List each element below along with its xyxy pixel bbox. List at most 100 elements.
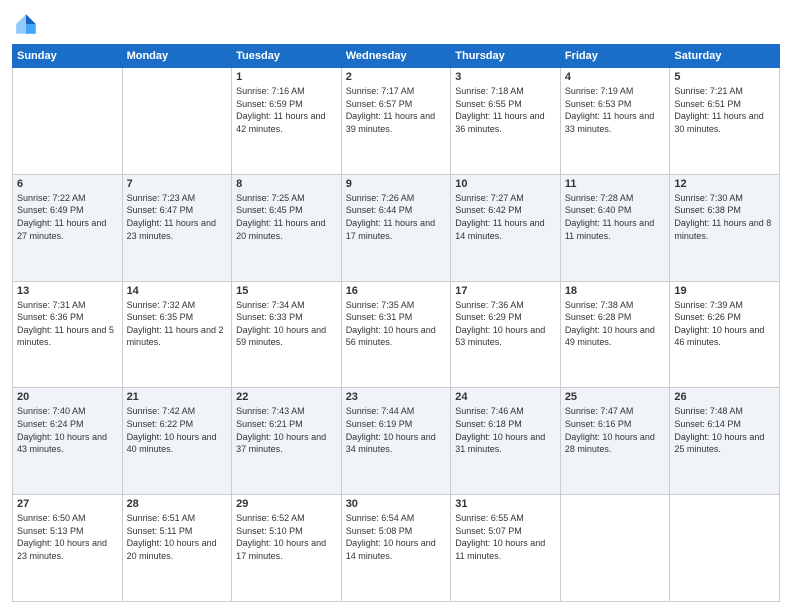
day-info: Sunrise: 7:16 AM Sunset: 6:59 PM Dayligh… — [236, 85, 337, 135]
day-number: 22 — [236, 391, 337, 403]
day-cell — [670, 495, 780, 602]
day-header-friday: Friday — [560, 45, 670, 68]
day-cell: 22 Sunrise: 7:43 AM Sunset: 6:21 PM Dayli… — [232, 388, 342, 495]
day-header-sunday: Sunday — [13, 45, 123, 68]
day-header-monday: Monday — [122, 45, 232, 68]
day-number: 4 — [565, 71, 666, 83]
day-info: Sunrise: 7:19 AM Sunset: 6:53 PM Dayligh… — [565, 85, 666, 135]
day-info: Sunrise: 7:17 AM Sunset: 6:57 PM Dayligh… — [346, 85, 447, 135]
day-number: 26 — [674, 391, 775, 403]
day-cell: 19Sunrise: 7:39 AM Sunset: 6:26 PM Dayli… — [670, 281, 780, 388]
day-number: 13 — [17, 285, 118, 297]
day-number: 3 — [455, 71, 556, 83]
day-info: Sunrise: 7:32 AM Sunset: 6:35 PM Dayligh… — [127, 299, 228, 349]
header — [12, 10, 780, 38]
day-number: 2 — [346, 71, 447, 83]
day-number: 27 — [17, 498, 118, 510]
day-cell — [560, 495, 670, 602]
day-info: Sunrise: 6:51 AM Sunset: 5:11 PM Dayligh… — [127, 512, 228, 562]
day-header-saturday: Saturday — [670, 45, 780, 68]
day-info: Sunrise: 7:25 AM Sunset: 6:45 PM Dayligh… — [236, 192, 337, 242]
day-cell: 20 Sunrise: 7:40 AM Sunset: 6:24 PM Dayli… — [13, 388, 123, 495]
week-row-2: 6 Sunrise: 7:22 AM Sunset: 6:49 PM Daylig… — [13, 174, 780, 281]
week-row-3: 13 Sunrise: 7:31 AM Sunset: 6:36 PM Dayli… — [13, 281, 780, 388]
day-cell: 21 Sunrise: 7:42 AM Sunset: 6:22 PM Dayli… — [122, 388, 232, 495]
day-cell: 8 Sunrise: 7:25 AM Sunset: 6:45 PM Daylig… — [232, 174, 342, 281]
day-info: Sunrise: 6:50 AM Sunset: 5:13 PM Dayligh… — [17, 512, 118, 562]
day-cell: 6 Sunrise: 7:22 AM Sunset: 6:49 PM Daylig… — [13, 174, 123, 281]
day-info: Sunrise: 7:31 AM Sunset: 6:36 PM Dayligh… — [17, 299, 118, 349]
day-cell: 27 Sunrise: 6:50 AM Sunset: 5:13 PM Dayli… — [13, 495, 123, 602]
day-cell: 3 Sunrise: 7:18 AM Sunset: 6:55 PM Daylig… — [451, 68, 561, 175]
day-cell: 25Sunrise: 7:47 AM Sunset: 6:16 PM Dayli… — [560, 388, 670, 495]
day-cell: 16 Sunrise: 7:35 AM Sunset: 6:31 PM Dayli… — [341, 281, 451, 388]
day-number: 7 — [127, 178, 228, 190]
day-cell: 30 Sunrise: 6:54 AM Sunset: 5:08 PM Dayli… — [341, 495, 451, 602]
day-number: 5 — [674, 71, 775, 83]
day-number: 6 — [17, 178, 118, 190]
day-info: Sunrise: 7:18 AM Sunset: 6:55 PM Dayligh… — [455, 85, 556, 135]
day-cell: 24Sunrise: 7:46 AM Sunset: 6:18 PM Dayli… — [451, 388, 561, 495]
day-number: 30 — [346, 498, 447, 510]
day-number: 28 — [127, 498, 228, 510]
day-info: Sunrise: 7:38 AM Sunset: 6:28 PM Dayligh… — [565, 299, 666, 349]
day-number: 18 — [565, 285, 666, 297]
day-cell: 31Sunrise: 6:55 AM Sunset: 5:07 PM Dayli… — [451, 495, 561, 602]
day-cell: 10Sunrise: 7:27 AM Sunset: 6:42 PM Dayli… — [451, 174, 561, 281]
day-info: Sunrise: 7:35 AM Sunset: 6:31 PM Dayligh… — [346, 299, 447, 349]
calendar-table: SundayMondayTuesdayWednesdayThursdayFrid… — [12, 44, 780, 602]
day-info: Sunrise: 7:26 AM Sunset: 6:44 PM Dayligh… — [346, 192, 447, 242]
day-number: 11 — [565, 178, 666, 190]
day-number: 12 — [674, 178, 775, 190]
day-cell: 28 Sunrise: 6:51 AM Sunset: 5:11 PM Dayli… — [122, 495, 232, 602]
logo — [12, 10, 44, 38]
day-cell: 26 Sunrise: 7:48 AM Sunset: 6:14 PM Dayli… — [670, 388, 780, 495]
day-header-wednesday: Wednesday — [341, 45, 451, 68]
day-header-tuesday: Tuesday — [232, 45, 342, 68]
day-cell: 4 Sunrise: 7:19 AM Sunset: 6:53 PM Daylig… — [560, 68, 670, 175]
day-info: Sunrise: 7:39 AM Sunset: 6:26 PM Dayligh… — [674, 299, 775, 349]
day-info: Sunrise: 7:43 AM Sunset: 6:21 PM Dayligh… — [236, 405, 337, 455]
page: SundayMondayTuesdayWednesdayThursdayFrid… — [0, 0, 792, 612]
day-cell: 11Sunrise: 7:28 AM Sunset: 6:40 PM Dayli… — [560, 174, 670, 281]
day-cell — [13, 68, 123, 175]
day-number: 20 — [17, 391, 118, 403]
day-cell: 7 Sunrise: 7:23 AM Sunset: 6:47 PM Daylig… — [122, 174, 232, 281]
day-number: 8 — [236, 178, 337, 190]
day-cell: 17Sunrise: 7:36 AM Sunset: 6:29 PM Dayli… — [451, 281, 561, 388]
day-info: Sunrise: 7:34 AM Sunset: 6:33 PM Dayligh… — [236, 299, 337, 349]
day-info: Sunrise: 7:30 AM Sunset: 6:38 PM Dayligh… — [674, 192, 775, 242]
day-cell: 18 Sunrise: 7:38 AM Sunset: 6:28 PM Dayli… — [560, 281, 670, 388]
day-number: 15 — [236, 285, 337, 297]
day-cell: 9Sunrise: 7:26 AM Sunset: 6:44 PM Daylig… — [341, 174, 451, 281]
day-info: Sunrise: 7:40 AM Sunset: 6:24 PM Dayligh… — [17, 405, 118, 455]
day-info: Sunrise: 6:52 AM Sunset: 5:10 PM Dayligh… — [236, 512, 337, 562]
day-header-thursday: Thursday — [451, 45, 561, 68]
day-number: 21 — [127, 391, 228, 403]
day-number: 1 — [236, 71, 337, 83]
day-info: Sunrise: 7:21 AM Sunset: 6:51 PM Dayligh… — [674, 85, 775, 135]
day-number: 10 — [455, 178, 556, 190]
day-number: 29 — [236, 498, 337, 510]
day-cell: 13 Sunrise: 7:31 AM Sunset: 6:36 PM Dayli… — [13, 281, 123, 388]
day-number: 23 — [346, 391, 447, 403]
day-info: Sunrise: 7:44 AM Sunset: 6:19 PM Dayligh… — [346, 405, 447, 455]
week-row-1: 1 Sunrise: 7:16 AM Sunset: 6:59 PM Daylig… — [13, 68, 780, 175]
day-number: 25 — [565, 391, 666, 403]
week-row-4: 20 Sunrise: 7:40 AM Sunset: 6:24 PM Dayli… — [13, 388, 780, 495]
day-info: Sunrise: 7:23 AM Sunset: 6:47 PM Dayligh… — [127, 192, 228, 242]
day-number: 16 — [346, 285, 447, 297]
day-info: Sunrise: 7:46 AM Sunset: 6:18 PM Dayligh… — [455, 405, 556, 455]
day-info: Sunrise: 7:22 AM Sunset: 6:49 PM Dayligh… — [17, 192, 118, 242]
day-cell: 2 Sunrise: 7:17 AM Sunset: 6:57 PM Daylig… — [341, 68, 451, 175]
day-info: Sunrise: 6:54 AM Sunset: 5:08 PM Dayligh… — [346, 512, 447, 562]
day-cell: 5 Sunrise: 7:21 AM Sunset: 6:51 PM Daylig… — [670, 68, 780, 175]
day-number: 14 — [127, 285, 228, 297]
week-row-5: 27 Sunrise: 6:50 AM Sunset: 5:13 PM Dayli… — [13, 495, 780, 602]
day-info: Sunrise: 7:42 AM Sunset: 6:22 PM Dayligh… — [127, 405, 228, 455]
day-cell: 15 Sunrise: 7:34 AM Sunset: 6:33 PM Dayli… — [232, 281, 342, 388]
day-info: Sunrise: 7:48 AM Sunset: 6:14 PM Dayligh… — [674, 405, 775, 455]
day-cell: 23 Sunrise: 7:44 AM Sunset: 6:19 PM Dayli… — [341, 388, 451, 495]
day-number: 31 — [455, 498, 556, 510]
day-number: 17 — [455, 285, 556, 297]
